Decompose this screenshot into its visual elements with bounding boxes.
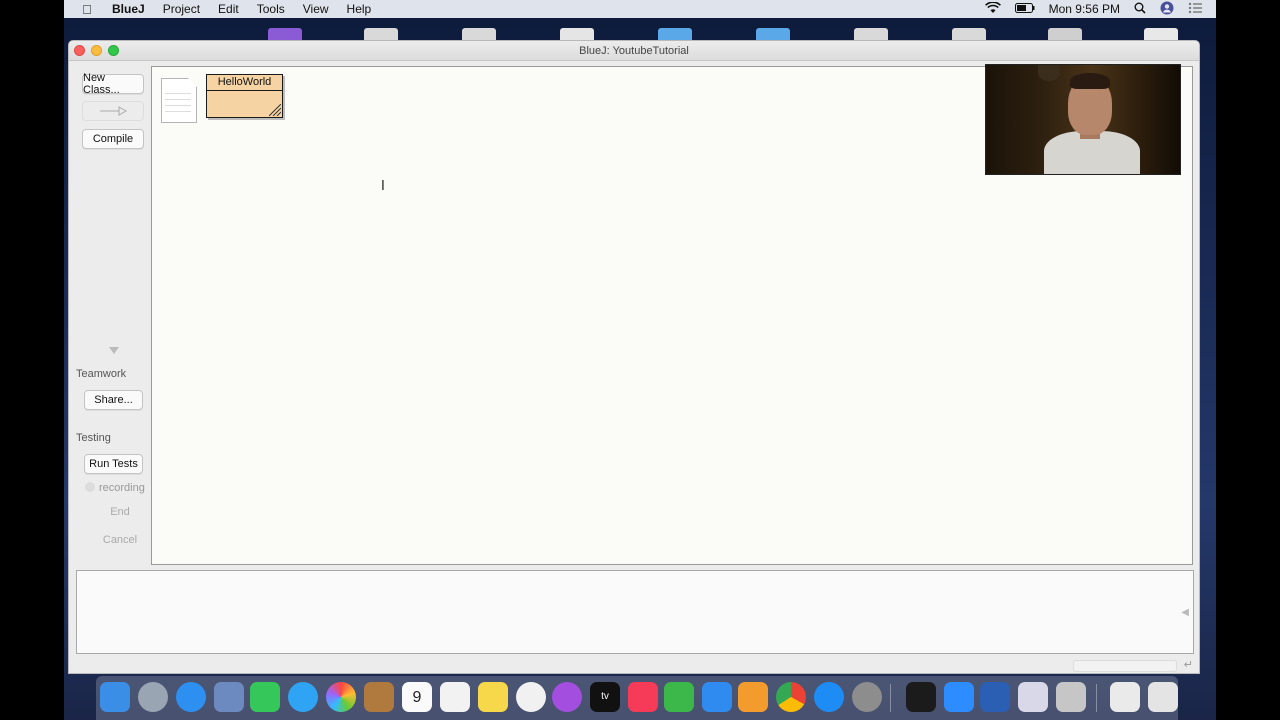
zoom-window-button[interactable] bbox=[108, 45, 119, 56]
notes-icon[interactable] bbox=[478, 682, 508, 712]
finder-icon[interactable] bbox=[100, 682, 130, 712]
keynote-icon[interactable] bbox=[702, 682, 732, 712]
safari-icon[interactable] bbox=[176, 682, 206, 712]
pages-icon[interactable] bbox=[738, 682, 768, 712]
recording-indicator-icon bbox=[85, 482, 95, 492]
share-button[interactable]: Share... bbox=[84, 390, 143, 410]
end-button[interactable]: End bbox=[99, 502, 141, 522]
class-helloworld[interactable]: HelloWorld bbox=[206, 74, 283, 118]
compile-button[interactable]: Compile bbox=[82, 129, 144, 149]
terminal-icon[interactable] bbox=[906, 682, 936, 712]
system-preferences-icon[interactable] bbox=[852, 682, 882, 712]
menu-edit[interactable]: Edit bbox=[218, 2, 239, 16]
testing-label: Testing bbox=[76, 432, 111, 444]
calendar-icon[interactable]: 9 bbox=[402, 682, 432, 712]
mail-icon[interactable] bbox=[214, 682, 244, 712]
video-letterbox-left bbox=[0, 0, 64, 720]
battery-icon[interactable] bbox=[1014, 2, 1035, 16]
inheritance-arrow-icon bbox=[100, 106, 127, 116]
podcasts-icon[interactable] bbox=[552, 682, 582, 712]
zoom-icon[interactable] bbox=[944, 682, 974, 712]
word-icon[interactable] bbox=[980, 682, 1010, 712]
status-bar: ↵ bbox=[69, 657, 1199, 673]
reminders-icon[interactable] bbox=[440, 682, 470, 712]
collapse-triangle-icon[interactable] bbox=[109, 345, 119, 357]
class-name: HelloWorld bbox=[207, 75, 282, 91]
minimize-window-button[interactable] bbox=[91, 45, 102, 56]
news-icon[interactable] bbox=[628, 682, 658, 712]
menu-bar:  BlueJ Project Edit Tools View Help Mon… bbox=[64, 0, 1216, 18]
menu-tools[interactable]: Tools bbox=[257, 2, 285, 16]
text-cursor-icon: I bbox=[381, 179, 385, 194]
wifi-icon[interactable] bbox=[984, 0, 1001, 17]
app-menu[interactable]: BlueJ bbox=[112, 2, 145, 16]
readme-file-icon[interactable] bbox=[161, 78, 197, 123]
user-account-icon[interactable] bbox=[1160, 1, 1174, 18]
trash-icon[interactable] bbox=[1148, 682, 1178, 712]
apple-menu-icon[interactable]:  bbox=[80, 2, 94, 17]
menu-project[interactable]: Project bbox=[163, 2, 200, 16]
bluej-project-icon[interactable] bbox=[1056, 682, 1086, 712]
apple-tv-icon[interactable]: tv bbox=[590, 682, 620, 712]
uncompiled-hatch-icon bbox=[269, 104, 281, 116]
cancel-button[interactable]: Cancel bbox=[99, 530, 141, 550]
notification-center-icon[interactable] bbox=[1188, 2, 1202, 17]
window-title[interactable]: BlueJ: YoutubeTutorial bbox=[69, 41, 1199, 61]
menu-help[interactable]: Help bbox=[347, 2, 372, 16]
spotlight-search-icon[interactable] bbox=[1134, 2, 1146, 17]
music-icon[interactable] bbox=[516, 682, 546, 712]
webcam-overlay bbox=[985, 64, 1181, 175]
desktop:  BlueJ Project Edit Tools View Help Mon… bbox=[64, 0, 1216, 720]
expand-arrow-icon[interactable]: ◀ bbox=[1181, 607, 1189, 618]
message-output-area[interactable]: ◀ bbox=[76, 570, 1194, 654]
bluej-icon[interactable] bbox=[1018, 682, 1048, 712]
inheritance-arrow-button[interactable] bbox=[82, 101, 144, 121]
video-letterbox-right bbox=[1216, 0, 1280, 720]
chrome-icon[interactable] bbox=[776, 682, 806, 712]
photos-icon[interactable] bbox=[326, 682, 356, 712]
status-field bbox=[1073, 660, 1177, 672]
contacts-icon[interactable] bbox=[364, 682, 394, 712]
recording-label: recording bbox=[99, 482, 145, 494]
teamwork-label: Teamwork bbox=[76, 368, 127, 380]
facetime-icon[interactable] bbox=[250, 682, 280, 712]
messages-icon[interactable] bbox=[288, 682, 318, 712]
clock[interactable]: Mon 9:56 PM bbox=[1049, 2, 1120, 16]
downloads-stack-icon[interactable] bbox=[1110, 682, 1140, 712]
new-class-button[interactable]: New Class... bbox=[82, 72, 144, 96]
numbers-icon[interactable] bbox=[664, 682, 694, 712]
app-store-icon[interactable] bbox=[814, 682, 844, 712]
run-tests-button[interactable]: Run Tests bbox=[84, 454, 143, 474]
menu-view[interactable]: View bbox=[303, 2, 329, 16]
close-window-button[interactable] bbox=[74, 45, 85, 56]
launchpad-icon[interactable] bbox=[138, 682, 168, 712]
return-icon[interactable]: ↵ bbox=[1184, 658, 1193, 671]
